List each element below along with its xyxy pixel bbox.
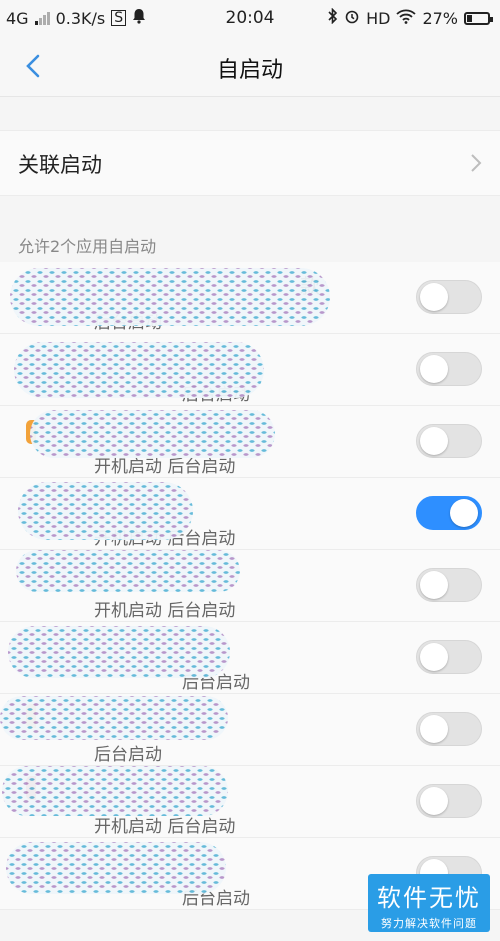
bluetooth-icon: [328, 7, 338, 28]
toggle-knob: [420, 427, 448, 455]
alarm-icon: [344, 8, 360, 28]
list-item: 后台启动: [0, 622, 500, 694]
toggle-knob: [420, 571, 448, 599]
redaction-blob: [6, 842, 226, 894]
list-item: 开机启动 后台启动: [0, 406, 500, 478]
app-startup-type: 开机启动 后台启动: [94, 601, 236, 621]
redaction-blob: [0, 696, 228, 740]
autostart-toggle[interactable]: [416, 784, 482, 818]
autostart-toggle[interactable]: [416, 640, 482, 674]
page-title: 自启动: [216, 58, 283, 83]
battery-icon: [464, 11, 493, 25]
app-list: 款 后台启动 后台启动 开机启动 后台启动 开机启动 后台启动 开机启动 后台启…: [0, 262, 500, 910]
redaction-blob: [16, 550, 240, 592]
toggle-knob: [420, 787, 448, 815]
app-startup-type: 后台启动: [94, 745, 162, 765]
toggle-knob: [420, 643, 448, 671]
hd-label: HD: [366, 8, 391, 28]
list-item: 后台启动: [0, 334, 500, 406]
status-bar: 4G 0.3K/s S 20:04 HD 27%: [0, 0, 500, 36]
list-item: 后台启动: [0, 694, 500, 766]
autostart-toggle[interactable]: [416, 496, 482, 530]
watermark-title: 软件无忧: [377, 884, 481, 912]
toggle-knob: [420, 283, 448, 311]
section-note: 允许2个应用自启动: [18, 237, 157, 256]
related-startup-row[interactable]: 关联启动: [0, 130, 500, 196]
redaction-blob: [8, 626, 230, 678]
redaction-blob: [14, 342, 264, 398]
watermark-logo: 软件无忧 努力解决软件问题: [368, 874, 490, 932]
toggle-knob: [420, 355, 448, 383]
nav-bar: 自启动: [0, 36, 500, 97]
watermark-subtitle: 努力解决软件问题: [381, 917, 477, 930]
wifi-icon: [396, 8, 417, 28]
toggle-knob: [420, 715, 448, 743]
autostart-toggle[interactable]: [416, 712, 482, 746]
toggle-knob: [450, 499, 478, 527]
list-item: 开机启动 后台启动: [0, 766, 500, 838]
autostart-toggle[interactable]: [416, 352, 482, 386]
redaction-blob: [18, 482, 193, 540]
autostart-toggle[interactable]: [416, 568, 482, 602]
status-right: HD 27%: [328, 7, 493, 28]
redaction-blob: [10, 268, 330, 326]
list-item: 款 后台启动: [0, 262, 500, 334]
chevron-right-icon: [471, 154, 482, 172]
battery-percent: 27%: [422, 8, 458, 28]
redaction-blob: [30, 410, 275, 458]
autostart-toggle[interactable]: [416, 280, 482, 314]
list-item: 开机启动 后台启动: [0, 478, 500, 550]
redaction-blob: [2, 766, 228, 816]
autostart-toggle[interactable]: [416, 424, 482, 458]
related-startup-label: 关联启动: [18, 153, 102, 177]
list-item: 开机启动 后台启动: [0, 550, 500, 622]
